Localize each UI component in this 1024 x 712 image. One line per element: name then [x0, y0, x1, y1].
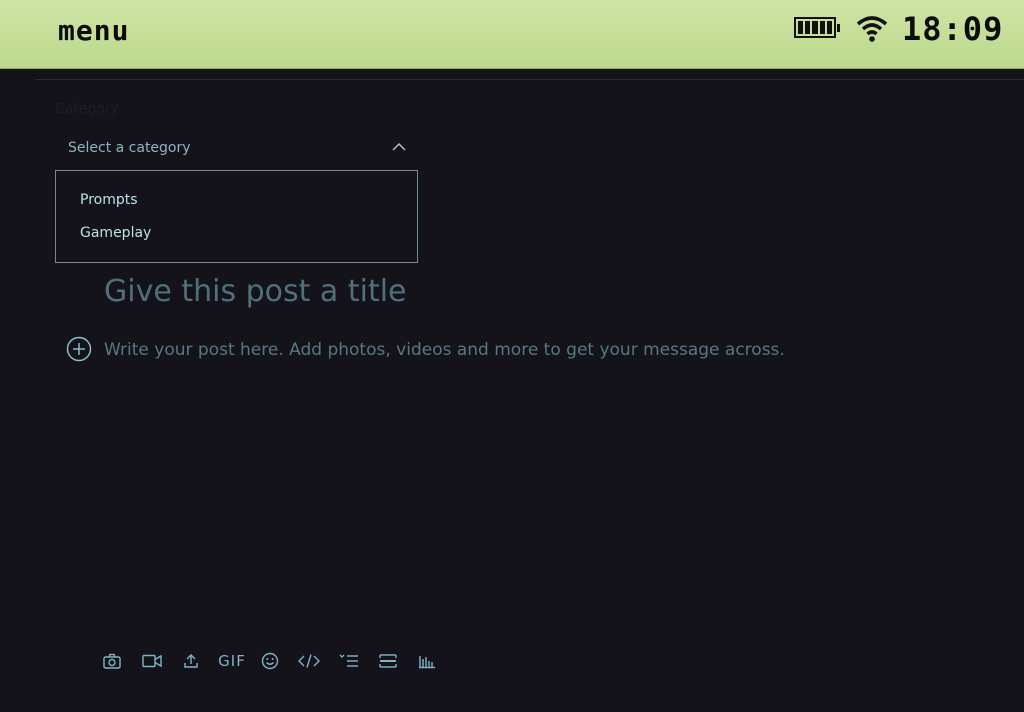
list-icon[interactable]: [337, 648, 361, 674]
post-title-input[interactable]: Give this post a title: [104, 274, 407, 309]
status-bar: menu 18:09: [0, 0, 1024, 69]
add-content-icon[interactable]: [66, 336, 92, 362]
code-icon[interactable]: [297, 648, 321, 674]
category-select-placeholder: Select a category: [68, 140, 191, 156]
clock: 18:09: [902, 10, 1004, 48]
menu-title[interactable]: menu: [58, 14, 129, 47]
category-label: Category: [55, 101, 119, 117]
chevron-up-icon[interactable]: [392, 142, 406, 152]
category-option-gameplay[interactable]: Gameplay: [80, 225, 151, 241]
post-body-input[interactable]: Write your post here. Add photos, videos…: [104, 340, 785, 360]
video-icon[interactable]: [140, 648, 164, 674]
category-dropdown: Prompts Gameplay: [55, 170, 418, 263]
category-select[interactable]: Select a category: [55, 130, 418, 168]
battery-icon: [794, 17, 840, 38]
upload-icon[interactable]: [179, 648, 203, 674]
camera-icon[interactable]: [100, 648, 124, 674]
gif-icon[interactable]: GIF: [217, 648, 247, 674]
gif-label: GIF: [218, 652, 246, 670]
wifi-icon: [856, 16, 888, 42]
emoji-icon[interactable]: [258, 648, 282, 674]
category-option-prompts[interactable]: Prompts: [80, 192, 138, 208]
divider-icon[interactable]: [376, 648, 400, 674]
header-divider: [35, 79, 1024, 80]
poll-icon[interactable]: [415, 648, 439, 674]
